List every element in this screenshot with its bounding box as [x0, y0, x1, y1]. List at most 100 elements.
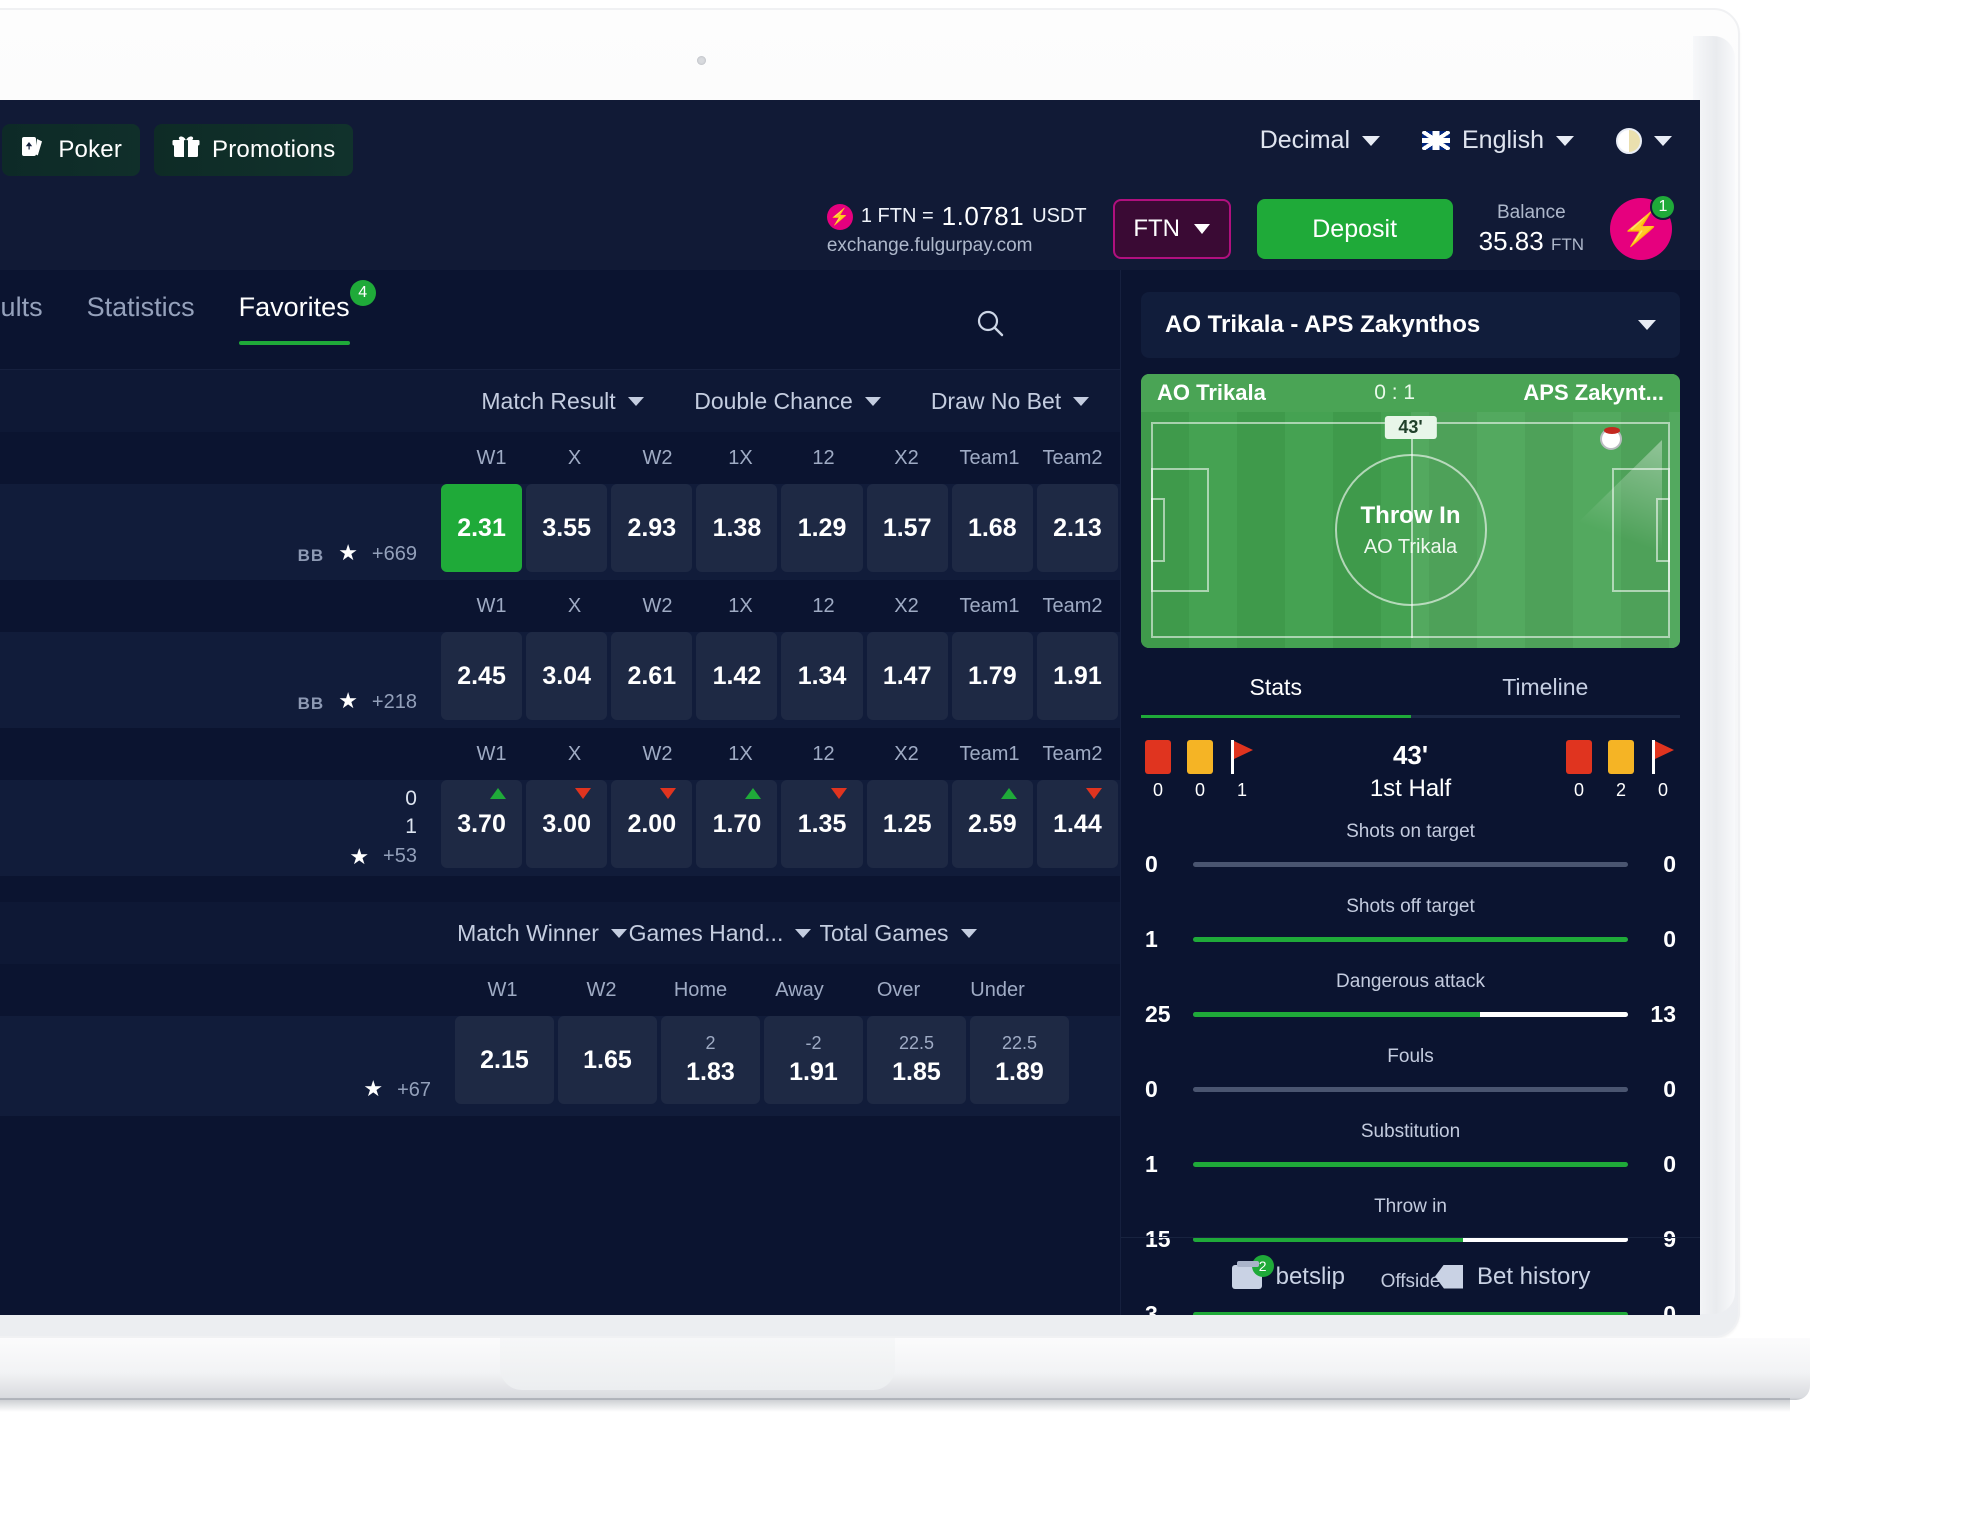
tab-results[interactable]: Results — [0, 292, 43, 345]
odd-button[interactable]: 3.04 — [526, 632, 608, 720]
tab-timeline[interactable]: Timeline — [1410, 674, 1680, 718]
stat-home-value: 1 — [1145, 926, 1158, 952]
favorite-star-icon[interactable]: ★ — [363, 1076, 383, 1102]
chevron-down-icon — [627, 396, 644, 406]
stat-block: Fouls 0 0 — [1145, 1046, 1676, 1103]
home-yellow-count: 0 — [1194, 780, 1205, 800]
market-double-chance[interactable]: Double Chance — [675, 388, 900, 415]
pitch-team-home: AO Trikala — [1157, 380, 1266, 405]
odd-button[interactable]: 2.59 — [951, 780, 1033, 868]
top-bar: HarmAnia NEW Poker Promotions — [0, 100, 1700, 270]
account-avatar[interactable]: ⚡ 1 — [1610, 194, 1676, 260]
odd-button[interactable]: 1.65 — [558, 1016, 657, 1104]
odd-button[interactable]: 1.91 — [1036, 632, 1118, 720]
tennis-market-header: Match Winner Games Hand... Total Games — [0, 902, 1120, 964]
odd-value: 2.45 — [457, 661, 506, 690]
top-bar-right: Decimal English — [1260, 126, 1672, 155]
odd-button[interactable]: 1.70 — [696, 780, 778, 868]
theme-selector[interactable] — [1616, 127, 1672, 154]
odd-button[interactable]: 1.25 — [866, 780, 948, 868]
stat-label: Fouls — [1387, 1046, 1434, 1067]
market-label: Total Games — [819, 919, 949, 946]
odd-button[interactable]: 1.47 — [866, 632, 948, 720]
chevron-down-icon — [1193, 224, 1210, 234]
odd-value: 3.55 — [542, 513, 591, 542]
tab-favorites[interactable]: Favorites 4 — [238, 280, 376, 345]
search-icon[interactable] — [975, 308, 1005, 338]
nav-item-poker[interactable]: Poker — [2, 124, 141, 176]
language-selector[interactable]: English — [1422, 126, 1574, 155]
col-w1: W1 — [476, 594, 507, 617]
table-row[interactable]: BB ★ +669 2.31 3.55 2.93 1.38 1.29 1.57 … — [0, 484, 1120, 580]
betslip-button[interactable]: 2 betslip — [1231, 1254, 1345, 1291]
odd-value: 1.91 — [1053, 661, 1102, 690]
col-x: X — [567, 742, 582, 765]
market-games-handicap[interactable]: Games Hand... — [629, 920, 812, 947]
row-meta: 0 1 ★ +53 — [0, 780, 439, 876]
odd-button[interactable]: 1.35 — [781, 780, 863, 868]
favorite-star-icon[interactable]: ★ — [349, 842, 369, 872]
market-match-result[interactable]: Match Result — [450, 388, 675, 415]
odd-button[interactable]: 1.42 — [696, 632, 778, 720]
odd-button[interactable]: 1.34 — [781, 632, 863, 720]
deposit-button[interactable]: Deposit — [1256, 199, 1453, 259]
col-w2: W2 — [642, 742, 673, 765]
market-draw-no-bet[interactable]: Draw No Bet — [900, 388, 1120, 415]
odd-button[interactable]: 2.00 — [611, 780, 693, 868]
table-row[interactable]: BB ★ +218 2.45 3.04 2.61 1.42 1.34 1.47 … — [0, 632, 1120, 728]
col-under: Under — [970, 978, 1025, 1001]
bet-history-button[interactable]: Bet history — [1434, 1262, 1591, 1291]
pitch-graphic: 43' Throw In AO Trikala — [1141, 412, 1680, 648]
match-selector[interactable]: AO Trikala - APS Zakynthos — [1141, 292, 1680, 358]
odd-button[interactable]: 3.55 — [526, 484, 608, 572]
odd-button[interactable]: 2.61 — [611, 632, 693, 720]
pitch-scoreline: AO Trikala 0 : 1 APS Zakynt... — [1141, 374, 1680, 412]
tab-stats[interactable]: Stats — [1141, 674, 1411, 718]
currency-selector[interactable]: FTN — [1112, 199, 1231, 259]
odd-button[interactable]: 1.68 — [951, 484, 1033, 572]
col-1x: 1X — [728, 446, 753, 469]
more-markets-count[interactable]: +669 — [372, 543, 417, 566]
laptop-base — [0, 1338, 1810, 1400]
market-total-games[interactable]: Total Games — [809, 920, 987, 947]
market-match-winner[interactable]: Match Winner — [453, 920, 631, 947]
tab-statistics[interactable]: Statistics — [87, 292, 195, 345]
odd-button[interactable]: 1.29 — [781, 484, 863, 572]
favorite-star-icon[interactable]: ★ — [338, 540, 358, 566]
odd-value: 2.61 — [627, 661, 677, 690]
odd-button[interactable]: 1.44 — [1036, 780, 1118, 868]
table-row[interactable]: 0 1 ★ +53 3.70 3.00 2.00 1.70 1.35 1.25 … — [0, 780, 1120, 876]
corner-flag-icon — [1229, 740, 1255, 774]
more-markets-count[interactable]: +53 — [383, 843, 417, 870]
odd-value: 1.42 — [712, 661, 762, 690]
odd-button[interactable]: 1.57 — [866, 484, 948, 572]
odd-button[interactable]: 2.93 — [611, 484, 693, 572]
tab-label: Favorites — [238, 292, 350, 322]
more-markets-count[interactable]: +218 — [372, 691, 417, 714]
odds-format-selector[interactable]: Decimal — [1260, 126, 1380, 155]
odd-button[interactable]: 3.70 — [440, 780, 523, 868]
favorite-star-icon[interactable]: ★ — [338, 688, 358, 714]
favorites-count-badge: 4 — [349, 280, 376, 306]
bet-history-label: Bet history — [1476, 1262, 1591, 1290]
row-meta: BB ★ +218 — [0, 632, 439, 728]
nav-item-promotions[interactable]: Promotions — [154, 124, 354, 176]
odd-value: 3.70 — [457, 809, 506, 838]
odd-button[interactable]: 3.00 — [526, 780, 608, 868]
odd-button[interactable]: 1.79 — [951, 632, 1033, 720]
odd-button[interactable]: 22.5 1.85 — [867, 1016, 966, 1104]
more-markets-count[interactable]: +67 — [397, 1079, 431, 1102]
table-row[interactable]: ★ +67 2.15 1.65 2 1.83 -2 1.91 22.5 1.85 22… — [0, 1016, 1120, 1116]
odd-button[interactable]: 2.15 — [455, 1016, 554, 1104]
football-column-header: W1 X W2 1X 12 X2 Team1 Team2 — [0, 432, 1120, 484]
odd-button[interactable]: -2 1.91 — [764, 1016, 863, 1104]
odd-button[interactable]: 22.5 1.89 — [970, 1016, 1069, 1104]
tab-label: Stats — [1249, 674, 1302, 700]
stat-bar — [1193, 1012, 1628, 1017]
odd-button[interactable]: 2.13 — [1036, 484, 1118, 572]
odd-button[interactable]: 2.31 — [440, 484, 523, 572]
odd-button[interactable]: 2 1.83 — [661, 1016, 760, 1104]
odd-up-arrow-icon — [1000, 788, 1017, 799]
odd-button[interactable]: 2.45 — [440, 632, 523, 720]
odd-button[interactable]: 1.38 — [696, 484, 778, 572]
